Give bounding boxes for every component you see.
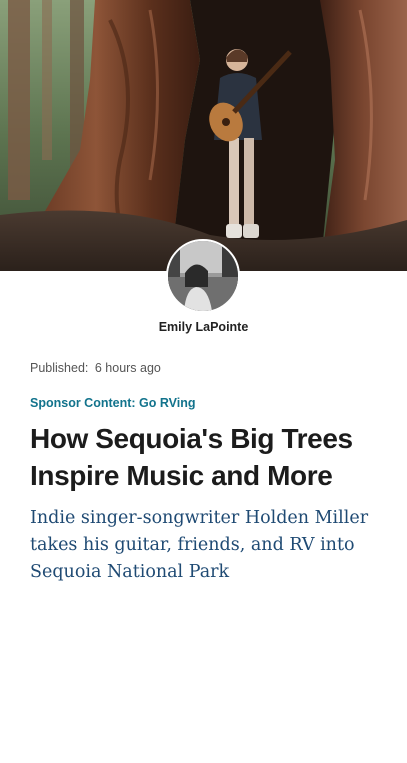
author-name[interactable]: Emily LaPointe	[0, 320, 407, 334]
hero-image	[0, 0, 407, 271]
sponsor-link[interactable]: Sponsor Content: Go RVing	[30, 396, 196, 410]
published-label: Published:	[30, 361, 89, 375]
article-headline: How Sequoia's Big Trees Inspire Music an…	[30, 423, 353, 491]
published-time: 6 hours ago	[94, 361, 161, 375]
published-meta: Published: 6 hours ago	[30, 361, 161, 375]
author-avatar[interactable]	[166, 239, 240, 313]
article-dek: Indie singer-songwriter Holden Miller ta…	[30, 508, 369, 582]
